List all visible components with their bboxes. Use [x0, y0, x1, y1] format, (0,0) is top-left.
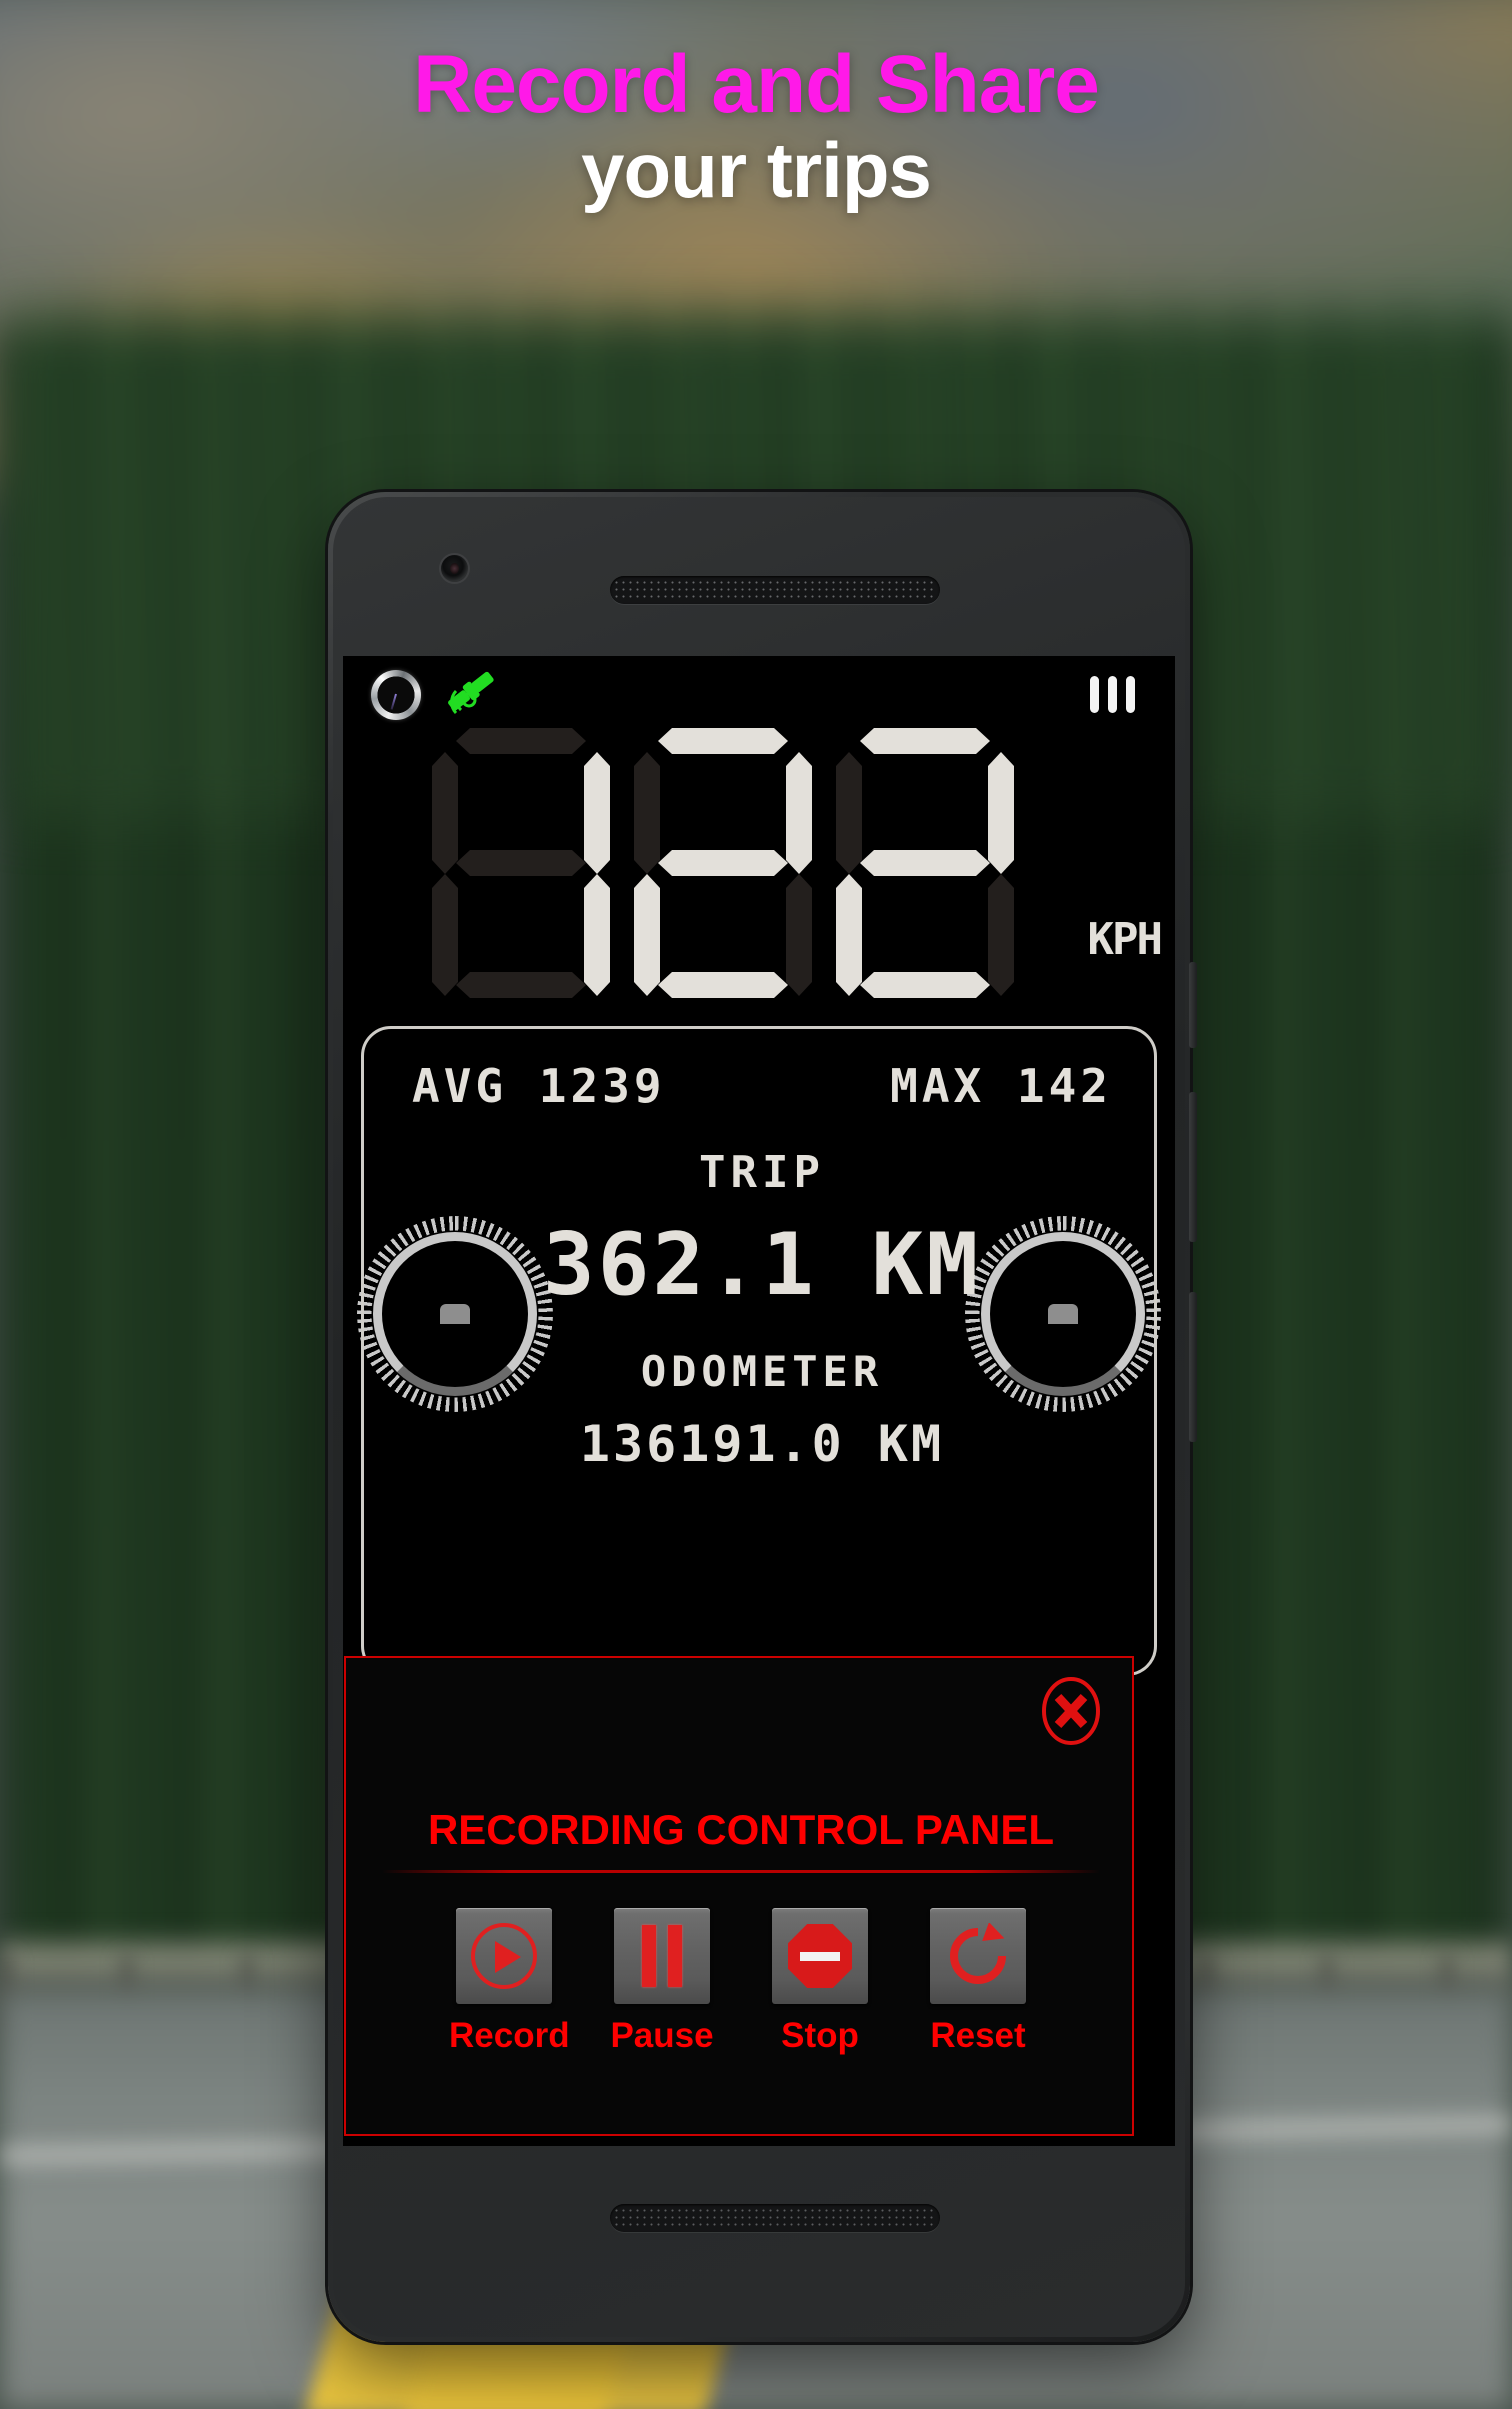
menu-bar-2 — [1108, 676, 1117, 713]
speed-digit-1 — [428, 724, 614, 1002]
gps-satellite-icon[interactable] — [443, 668, 503, 720]
pause-bar-1 — [642, 1925, 656, 1987]
bottom-speaker — [610, 2204, 940, 2232]
stop-button[interactable]: Stop — [765, 1908, 875, 2056]
speed-readout: KPH — [343, 718, 1175, 1008]
recording-control-panel: RECORDING CONTROL PANEL Record Pause Sto… — [344, 1656, 1134, 2136]
pause-bar-2 — [668, 1925, 682, 1987]
pause-button-face — [614, 1908, 710, 2004]
stop-octagon-icon — [788, 1924, 852, 1988]
pause-button[interactable]: Pause — [607, 1908, 717, 2056]
pause-icon — [642, 1925, 682, 1987]
stop-button-face — [772, 1908, 868, 2004]
reset-button[interactable]: Reset — [923, 1908, 1033, 2056]
earpiece-speaker — [610, 576, 940, 604]
close-circle-icon[interactable] — [1040, 1676, 1102, 1746]
stop-button-label: Stop — [781, 2016, 859, 2055]
max-speed-value: MAX 142 — [890, 1059, 1112, 1113]
compass-needle — [390, 693, 397, 710]
trip-label: TRIP — [699, 1147, 825, 1198]
reset-button-label: Reset — [930, 2016, 1026, 2055]
compass-icon[interactable] — [371, 670, 421, 720]
reset-button-face — [930, 1908, 1026, 2004]
phone-frame: KPH AVG 1239 MAX 142 TRIP 362.1 KM ODOME… — [328, 492, 1197, 2342]
speed-digits — [343, 718, 1103, 1008]
earpiece-mesh — [613, 579, 937, 601]
menu-bar-1 — [1090, 676, 1099, 713]
power-button[interactable] — [1189, 962, 1197, 1048]
camera-lens — [450, 563, 459, 574]
record-button-label: Record — [449, 2016, 570, 2055]
avg-max-row: AVG 1239 MAX 142 — [364, 1059, 1160, 1113]
reset-refresh-icon — [945, 1922, 1011, 1989]
speed-digit-2 — [630, 724, 816, 1002]
promo-headline: Record and Share your trips — [0, 42, 1512, 215]
recording-buttons-row: Record Pause Stop Reset — [346, 1908, 1136, 2056]
bottom-speaker-mesh — [613, 2207, 937, 2229]
recording-panel-divider — [382, 1870, 1100, 1873]
volume-down-button[interactable] — [1189, 1292, 1197, 1442]
pause-button-label: Pause — [610, 2016, 714, 2055]
record-play-icon — [471, 1923, 537, 1989]
odometer-label: ODOMETER — [640, 1347, 884, 1396]
menu-bar-3 — [1126, 676, 1135, 713]
trip-info-panel: AVG 1239 MAX 142 TRIP 362.1 KM ODOMETER … — [361, 1026, 1157, 1676]
speed-unit-label: KPH — [1087, 914, 1163, 965]
odometer-value: 136191.0 KM — [579, 1415, 945, 1473]
record-button-face — [456, 1908, 552, 2004]
front-camera-icon — [441, 555, 468, 582]
promo-headline-line-1: Record and Share — [413, 39, 1100, 130]
recording-panel-title: RECORDING CONTROL PANEL — [427, 1806, 1055, 1853]
speed-digit-3 — [832, 724, 1018, 1002]
trip-distance-value: 362.1 KM — [542, 1215, 982, 1315]
record-button[interactable]: Record — [449, 1908, 570, 2056]
app-screen: KPH AVG 1239 MAX 142 TRIP 362.1 KM ODOME… — [343, 656, 1175, 2146]
menu-bars-icon[interactable] — [1090, 676, 1135, 713]
volume-up-button[interactable] — [1189, 1092, 1197, 1242]
promo-headline-line-2: your trips — [581, 126, 932, 215]
avg-speed-value: AVG 1239 — [412, 1059, 666, 1113]
